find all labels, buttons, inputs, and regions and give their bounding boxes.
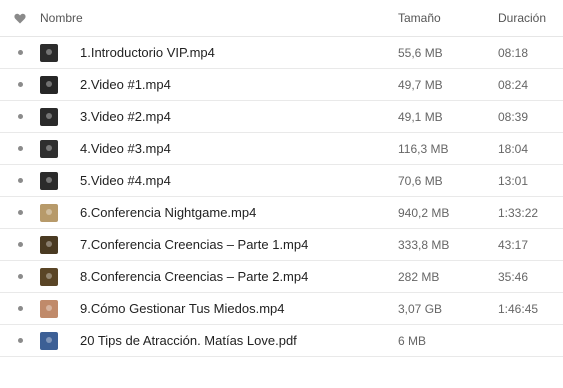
bullet-dot [17,50,23,55]
heart-icon [14,13,26,23]
size-column-header[interactable]: Tamaño [398,11,498,25]
duration-column-header[interactable]: Duración [498,11,563,25]
favorite-header[interactable] [0,13,40,24]
video-thumbnail [40,107,58,126]
file-duration: 13:01 [498,173,529,188]
file-name[interactable]: 9.Cómo Gestionar Tus Miedos.mp4 [80,301,398,316]
file-size: 6 MB [398,333,427,348]
file-duration: 08:18 [498,45,529,60]
pdf-thumbnail [40,331,58,350]
list-item[interactable]: 5.Video #4.mp4 70,6 MB 13:01 [0,165,563,197]
file-name[interactable]: 20 Tips de Atracción. Matías Love.pdf [80,333,398,348]
file-name[interactable]: 6.Conferencia Nightgame.mp4 [80,205,398,220]
bullet-dot [17,114,23,119]
bullet-dot [17,82,23,87]
bullet-dot [17,306,23,311]
file-name[interactable]: 3.Video #2.mp4 [80,109,398,124]
file-size: 70,6 MB [398,173,443,188]
video-thumbnail [40,267,58,286]
file-size: 49,7 MB [398,77,443,92]
file-list: Nombre Tamaño Duración 1.Introductorio V… [0,0,563,357]
bullet-dot [17,242,23,247]
bullet [0,50,40,55]
list-item[interactable]: 6.Conferencia Nightgame.mp4 940,2 MB 1:3… [0,197,563,229]
file-name[interactable]: 1.Introductorio VIP.mp4 [80,45,398,60]
list-item[interactable]: 7.Conferencia Creencias – Parte 1.mp4 33… [0,229,563,261]
bullet [0,146,40,151]
video-thumbnail [40,171,58,190]
file-duration: 08:39 [498,109,529,124]
list-item[interactable]: 20 Tips de Atracción. Matías Love.pdf 6 … [0,325,563,357]
video-thumbnail [40,203,58,222]
bullet [0,210,40,215]
list-item[interactable]: 8.Conferencia Creencias – Parte 2.mp4 28… [0,261,563,293]
bullet-dot [17,274,23,279]
list-item[interactable]: 4.Video #3.mp4 116,3 MB 18:04 [0,133,563,165]
file-size: 940,2 MB [398,205,450,220]
file-size: 333,8 MB [398,237,450,252]
bullet-dot [17,210,23,215]
bullet [0,242,40,247]
bullet [0,82,40,87]
file-name[interactable]: 8.Conferencia Creencias – Parte 2.mp4 [80,269,398,284]
bullet-dot [17,178,23,183]
file-duration: 18:04 [498,141,529,156]
file-name[interactable]: 5.Video #4.mp4 [80,173,398,188]
file-duration: 43:17 [498,237,529,252]
bullet [0,306,40,311]
list-item[interactable]: 1.Introductorio VIP.mp4 55,6 MB 08:18 [0,37,563,69]
video-thumbnail [40,235,58,254]
bullet [0,338,40,343]
file-duration: 08:24 [498,77,529,92]
file-duration: 1:33:22 [498,205,539,220]
file-duration: 1:46:45 [498,301,539,316]
bullet-dot [17,146,23,151]
file-size: 49,1 MB [398,109,443,124]
list-header: Nombre Tamaño Duración [0,0,563,37]
video-thumbnail [40,139,58,158]
video-thumbnail [40,299,58,318]
file-size: 3,07 GB [398,301,443,316]
list-item[interactable]: 3.Video #2.mp4 49,1 MB 08:39 [0,101,563,133]
list-item[interactable]: 9.Cómo Gestionar Tus Miedos.mp4 3,07 GB … [0,293,563,325]
video-thumbnail [40,43,58,62]
bullet [0,274,40,279]
video-thumbnail [40,75,58,94]
file-size: 116,3 MB [398,141,449,156]
bullet [0,178,40,183]
name-column-header[interactable]: Nombre [40,11,398,25]
file-size: 55,6 MB [398,45,443,60]
bullet [0,114,40,119]
file-name[interactable]: 2.Video #1.mp4 [80,77,398,92]
file-name[interactable]: 4.Video #3.mp4 [80,141,398,156]
file-size: 282 MB [398,269,440,284]
list-item[interactable]: 2.Video #1.mp4 49,7 MB 08:24 [0,69,563,101]
bullet-dot [17,338,23,343]
file-duration: 35:46 [498,269,529,284]
file-name[interactable]: 7.Conferencia Creencias – Parte 1.mp4 [80,237,398,252]
